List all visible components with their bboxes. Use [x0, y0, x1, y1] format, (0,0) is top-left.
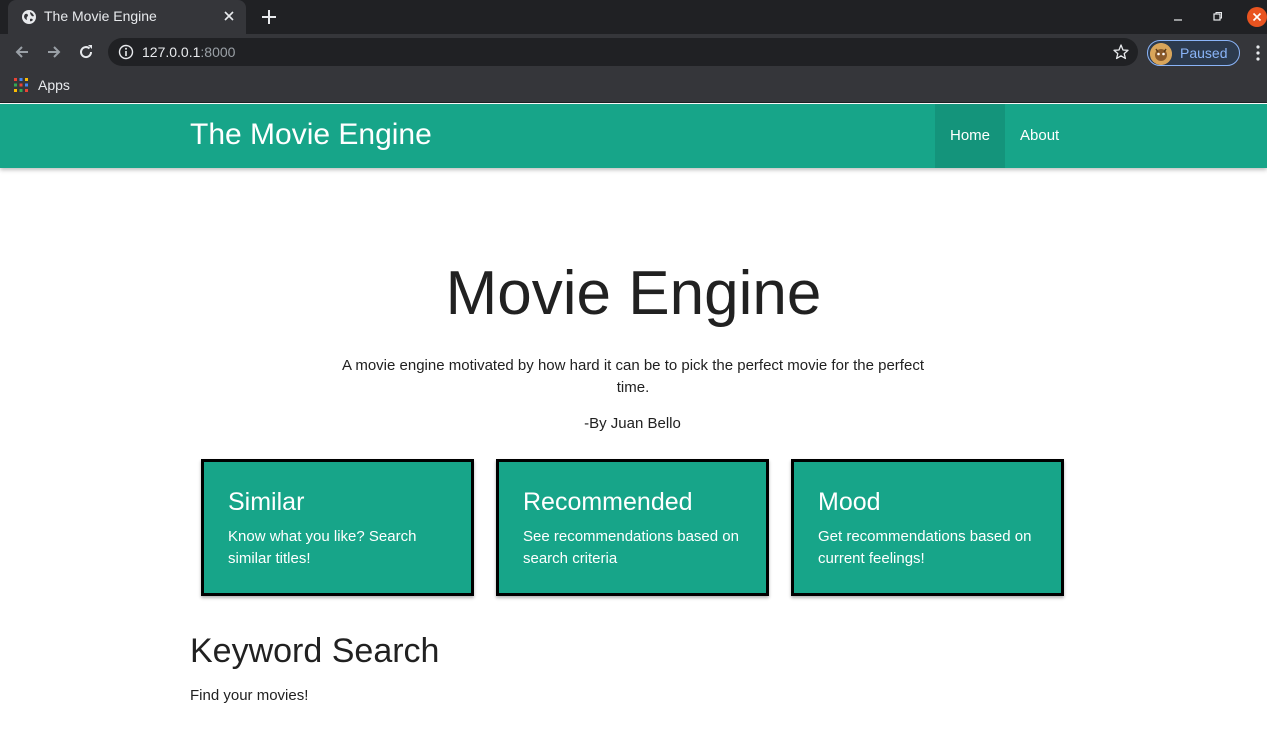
card-similar[interactable]: Similar Know what you like? Search simil… — [201, 459, 474, 596]
page-title: Movie Engine — [445, 259, 822, 328]
profile-button[interactable]: Paused — [1147, 40, 1240, 66]
card-text: See recommendations based on search crit… — [523, 528, 739, 567]
card-title: Recommended — [523, 488, 693, 516]
tab-title: The Movie Engine — [44, 8, 157, 24]
address-bar[interactable]: 127.0.0.1:8000 — [108, 38, 1138, 66]
hero-author: -By Juan Bello — [584, 415, 681, 432]
profile-status: Paused — [1180, 45, 1228, 61]
site-navbar: The Movie Engine Home About — [0, 104, 1267, 168]
card-title: Similar — [228, 488, 305, 516]
url-host: 127.0.0.1 — [142, 44, 201, 60]
card-recommended[interactable]: Recommended See recommendations based on… — [496, 459, 769, 596]
site-brand[interactable]: The Movie Engine — [190, 118, 432, 152]
apps-grid-icon[interactable] — [14, 78, 28, 92]
minimize-icon[interactable] — [1170, 9, 1186, 25]
forward-arrow-icon[interactable] — [45, 43, 63, 61]
avatar — [1150, 43, 1172, 65]
reload-icon[interactable] — [77, 43, 95, 61]
hero-description: A movie engine motivated by how hard it … — [342, 357, 924, 396]
url-port: :8000 — [200, 44, 236, 60]
apps-bookmark[interactable]: Apps — [38, 77, 70, 93]
back-arrow-icon[interactable] — [13, 43, 31, 61]
globe-icon — [22, 10, 36, 24]
bookmark-star-icon[interactable] — [1112, 43, 1130, 61]
close-tab-icon[interactable] — [220, 7, 238, 25]
card-mood[interactable]: Mood Get recommendations based on curren… — [791, 459, 1064, 596]
nav-link-home[interactable]: Home — [935, 104, 1005, 168]
card-text: Get recommendations based on current fee… — [818, 528, 1032, 567]
close-icon — [1252, 12, 1262, 22]
more-menu-icon[interactable] — [1250, 44, 1266, 62]
browser-toolbar: 127.0.0.1:8000 Paused — [0, 34, 1267, 70]
info-icon[interactable] — [118, 44, 134, 60]
card-text: Know what you like? Search similar title… — [228, 528, 417, 567]
nav-link-about[interactable]: About — [1005, 104, 1074, 168]
url-text: 127.0.0.1:8000 — [142, 44, 235, 60]
bookmarks-bar: Apps — [0, 70, 1267, 103]
browser-tab[interactable]: The Movie Engine — [8, 0, 246, 34]
card-title: Mood — [818, 488, 881, 516]
restore-icon[interactable] — [1209, 9, 1225, 25]
keyword-search-subtitle: Find your movies! — [190, 687, 309, 704]
browser-tab-strip: The Movie Engine — [0, 0, 1267, 34]
new-tab-icon[interactable] — [260, 8, 278, 26]
keyword-search-heading: Keyword Search — [190, 632, 440, 670]
window-close-button[interactable] — [1247, 7, 1267, 27]
